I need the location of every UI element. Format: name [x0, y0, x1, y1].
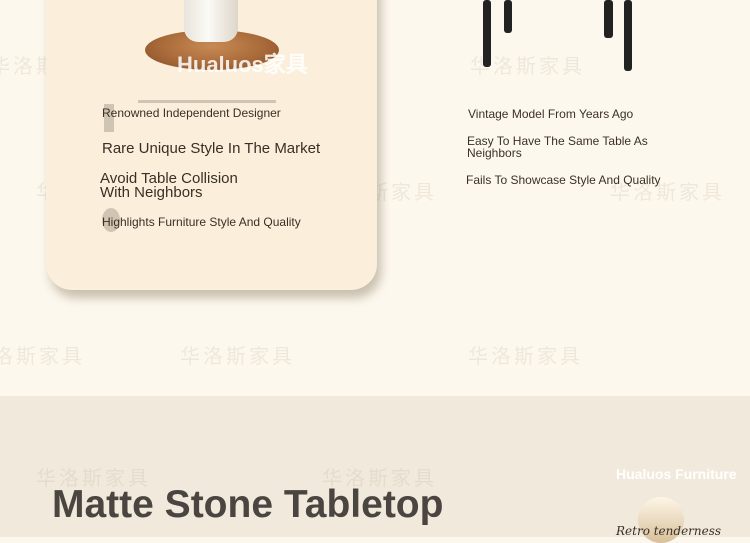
compare-item-1: Vintage Model From Years Ago — [468, 107, 634, 121]
table-leg — [504, 0, 512, 33]
designer-text: Renowned Independent Designer — [102, 106, 281, 120]
collision-line-2: With Neighbors — [100, 184, 203, 201]
vase-image — [184, 0, 238, 42]
highlight-text: Highlights Furniture Style And Quality — [102, 215, 301, 229]
section-title: Matte Stone Tabletop — [52, 483, 444, 526]
table-leg — [483, 0, 491, 67]
script-text: Retro tenderness — [616, 524, 722, 538]
table-leg — [624, 0, 632, 71]
compare-item-3: Fails To Showcase Style And Quality — [466, 173, 661, 187]
watermark: 华洛斯家具 — [180, 344, 295, 368]
compare-item-2: Easy To Have The Same Table As Neighbors — [467, 135, 648, 159]
table-leg — [604, 0, 613, 38]
watermark: 华洛斯家具 — [468, 344, 583, 368]
brand-label: Hualuos Furniture — [616, 466, 737, 482]
watermark: 华洛斯家具 — [0, 344, 85, 368]
compare-item-2-line-2: Neighbors — [467, 146, 522, 160]
collision-text: Avoid Table Collision With Neighbors — [100, 171, 238, 201]
card-brand-watermark: Hualuos家具 — [177, 52, 308, 77]
headline-text: Rare Unique Style In The Market — [102, 140, 321, 157]
texture-speck — [138, 100, 276, 103]
